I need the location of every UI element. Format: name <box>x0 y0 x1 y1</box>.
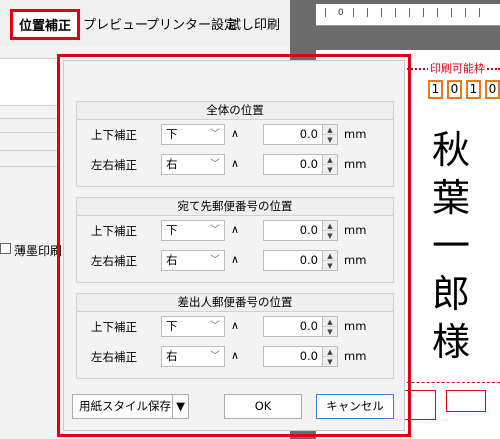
spin-up-icon[interactable]: ▲ <box>323 317 337 327</box>
horizontal-correction-label: 左右補正 <box>91 254 137 268</box>
section-overall-position: 全体の位置 上下補正 下 ﹀ ∧ 0.0 ▲ ▼ mm 左右補正 右 ﹀ ∧ 0.0 … <box>76 101 394 187</box>
vertical-correction-label: 上下補正 <box>91 128 137 142</box>
caret-up-icon: ∧ <box>231 319 240 332</box>
left-panel-field <box>0 58 60 106</box>
vertical-direction-select[interactable]: 下 ﹀ <box>161 316 225 337</box>
divider <box>0 132 60 133</box>
vertical-spinner[interactable]: ▲ ▼ <box>323 316 338 337</box>
caret-up-icon: ∧ <box>231 349 240 362</box>
horizontal-spinner[interactable]: ▲ ▼ <box>323 250 338 271</box>
section-title: 宛て先郵便番号の位置 <box>77 198 393 216</box>
zip-digit: 1 <box>428 80 443 99</box>
spin-down-icon[interactable]: ▼ <box>323 357 337 367</box>
horizontal-direction-select[interactable]: 右 ﹀ <box>161 346 225 367</box>
spin-up-icon[interactable]: ▲ <box>323 125 337 135</box>
unit-label: mm <box>344 253 367 267</box>
horizontal-direction-select[interactable]: 右 ﹀ <box>161 250 225 271</box>
spin-down-icon[interactable]: ▼ <box>323 261 337 271</box>
name-char: 様 <box>431 320 470 364</box>
caret-up-icon: ∧ <box>231 223 240 236</box>
horizontal-value-input[interactable]: 0.0 <box>263 346 323 367</box>
spin-up-icon[interactable]: ▲ <box>323 251 337 261</box>
ruler: | 0 | | | | | | | | | | <box>316 4 500 26</box>
zip-digit: 0 <box>447 80 462 99</box>
printable-area-label: 印刷可能枠 <box>428 60 487 76</box>
light-ink-checkbox[interactable] <box>0 243 11 254</box>
chevron-down-icon: ﹀ <box>210 129 220 140</box>
cancel-button[interactable]: キャンセル <box>316 394 394 419</box>
vertical-value-input[interactable]: 0.0 <box>263 316 323 337</box>
unit-label: mm <box>344 157 367 171</box>
unit-label: mm <box>344 349 367 363</box>
ok-button[interactable]: OK <box>224 394 302 419</box>
horizontal-value-input[interactable]: 0.0 <box>263 154 323 175</box>
zip-digit: 0 <box>485 80 500 99</box>
zip-digit: 1 <box>466 80 481 99</box>
spin-down-icon[interactable]: ▼ <box>323 231 337 241</box>
divider <box>0 150 60 151</box>
horizontal-correction-label: 左右補正 <box>91 350 137 364</box>
name-char: 葉 <box>431 176 470 220</box>
tab-preview[interactable]: プレビュー <box>83 14 148 33</box>
unit-label: mm <box>344 223 367 237</box>
name-char: 秋 <box>431 128 470 172</box>
caret-up-icon: ∧ <box>231 253 240 266</box>
vertical-value-input[interactable]: 0.0 <box>263 124 323 145</box>
save-options-dropdown[interactable]: ▼ <box>172 394 189 419</box>
spin-down-icon[interactable]: ▼ <box>323 165 337 175</box>
caret-up-icon: ∧ <box>231 127 240 140</box>
chevron-down-icon: ﹀ <box>210 255 220 266</box>
tab-bar: 位置補正 プレビュー プリンター設定 試し印刷 <box>0 0 290 46</box>
caret-up-icon: ∧ <box>231 157 240 170</box>
vertical-value-input[interactable]: 0.0 <box>263 220 323 241</box>
spin-up-icon[interactable]: ▲ <box>323 155 337 165</box>
horizontal-direction-select[interactable]: 右 ﹀ <box>161 154 225 175</box>
vertical-spinner[interactable]: ▲ ▼ <box>323 124 338 145</box>
spin-down-icon[interactable]: ▼ <box>323 135 337 145</box>
name-char: 一 <box>431 224 470 268</box>
triangle-down-icon: ▼ <box>176 399 185 413</box>
unit-label: mm <box>344 319 367 333</box>
spin-down-icon[interactable]: ▼ <box>323 327 337 337</box>
section-recipient-zip-position: 宛て先郵便番号の位置 上下補正 下 ﹀ ∧ 0.0 ▲ ▼ mm 左右補正 右 ﹀ ∧… <box>76 197 394 283</box>
horizontal-correction-label: 左右補正 <box>91 158 137 172</box>
horizontal-spinner[interactable]: ▲ ▼ <box>323 154 338 175</box>
name-char: 郎 <box>431 272 470 316</box>
stamp-illustration <box>446 390 486 412</box>
divider <box>0 166 60 167</box>
vertical-correction-label: 上下補正 <box>91 320 137 334</box>
section-sender-zip-position: 差出人郵便番号の位置 上下補正 下 ﹀ ∧ 0.0 ▲ ▼ mm 左右補正 右 ﹀ ∧… <box>76 293 394 379</box>
unit-label: mm <box>344 127 367 141</box>
vertical-spinner[interactable]: ▲ ▼ <box>323 220 338 241</box>
chevron-down-icon: ﹀ <box>210 225 220 236</box>
horizontal-value-input[interactable]: 0.0 <box>263 250 323 271</box>
divider <box>0 118 60 119</box>
vertical-direction-select[interactable]: 下 ﹀ <box>161 124 225 145</box>
vertical-correction-label: 上下補正 <box>91 224 137 238</box>
position-correction-dialog: 全体の位置 上下補正 下 ﹀ ∧ 0.0 ▲ ▼ mm 左右補正 右 ﹀ ∧ 0.0 … <box>63 60 405 431</box>
tab-printer-settings[interactable]: プリンター設定 <box>146 14 237 33</box>
vertical-direction-select[interactable]: 下 ﹀ <box>161 220 225 241</box>
chevron-down-icon: ﹀ <box>210 159 220 170</box>
chevron-down-icon: ﹀ <box>210 321 220 332</box>
chevron-down-icon: ﹀ <box>210 351 220 362</box>
recipient-name: 秋 葉 一 郎 様 <box>428 126 474 366</box>
section-title: 全体の位置 <box>77 102 393 120</box>
horizontal-spinner[interactable]: ▲ ▼ <box>323 346 338 367</box>
spin-up-icon[interactable]: ▲ <box>323 347 337 357</box>
tab-test-print[interactable]: 試し印刷 <box>228 14 280 33</box>
section-title: 差出人郵便番号の位置 <box>77 294 393 312</box>
save-paper-style-button[interactable]: 用紙スタイル保存 <box>72 394 174 419</box>
spin-up-icon[interactable]: ▲ <box>323 221 337 231</box>
tab-position-correction[interactable]: 位置補正 <box>10 9 81 40</box>
